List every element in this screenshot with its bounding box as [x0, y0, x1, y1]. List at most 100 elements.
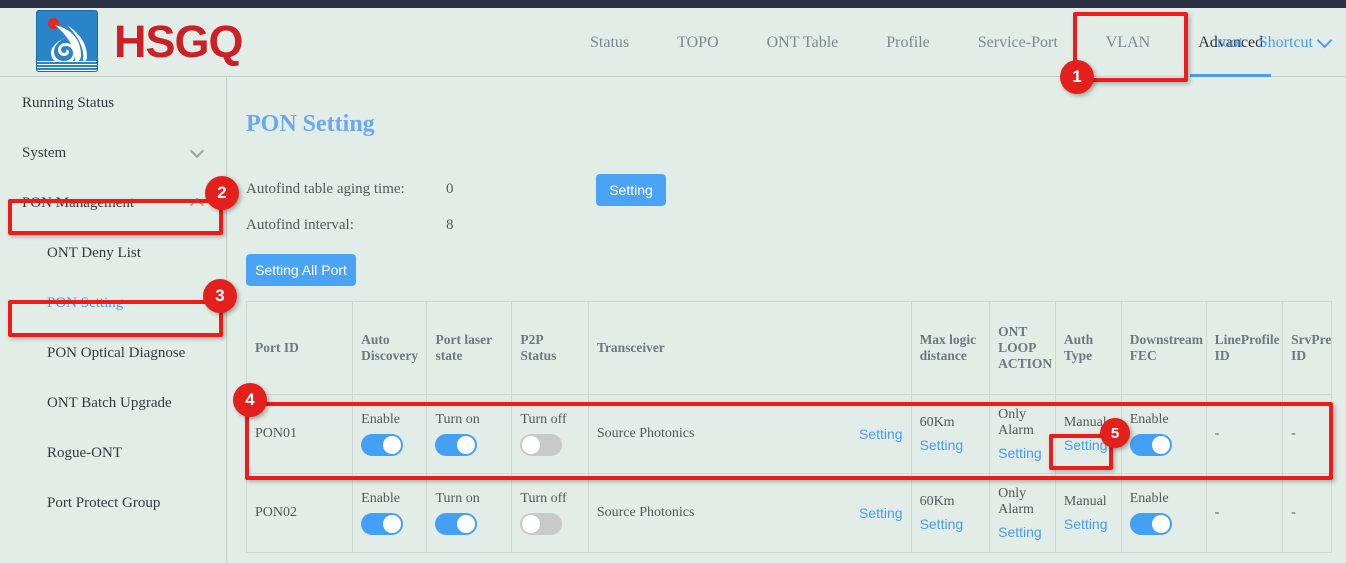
main-nav: Status TOPO ONT Table Profile Service-Po…	[566, 8, 1287, 77]
col-p2p-status: P2P Status	[512, 302, 588, 395]
sidebar: Running Status System PON Management ONT…	[0, 78, 227, 563]
cell-auto-discovery: Enable	[353, 395, 427, 474]
port-laser-state-toggle[interactable]	[435, 434, 477, 456]
setting-button[interactable]: Setting	[596, 174, 666, 206]
sidebar-item-pon-optical-diagnose[interactable]: PON Optical Diagnose	[0, 328, 226, 378]
header-right-group: root Shortcut	[1217, 8, 1330, 77]
col-line-profile-id: LineProfile ID	[1206, 302, 1282, 395]
ont-loop-action-setting-link[interactable]: Setting	[998, 524, 1042, 540]
p2p-status-label: Turn off	[520, 412, 566, 428]
table-row[interactable]: PON01 Enable Turn on	[247, 395, 1332, 474]
transceiver-setting-link[interactable]: Setting	[859, 505, 903, 521]
cell-p2p-status: Turn off	[512, 395, 588, 474]
cell-port-id: PON02	[247, 474, 353, 553]
annotation-badge-1: 1	[1060, 60, 1094, 94]
downstream-fec-label: Enable	[1130, 491, 1169, 507]
nav-item-status[interactable]: Status	[566, 8, 653, 77]
user-menu[interactable]: root	[1217, 34, 1243, 52]
col-port-id: Port ID	[247, 302, 353, 395]
cell-port-laser-state: Turn on	[427, 474, 512, 553]
sidebar-item-ont-deny-list[interactable]: ONT Deny List	[0, 228, 226, 278]
max-logic-distance-setting-link[interactable]: Setting	[920, 437, 964, 453]
sidebar-item-pon-management[interactable]: PON Management	[0, 178, 226, 228]
sidebar-item-rogue-ont[interactable]: Rogue-ONT	[0, 428, 226, 478]
max-logic-distance-value: 60Km	[920, 415, 955, 431]
auto-discovery-toggle[interactable]	[361, 434, 403, 456]
brand-logo[interactable]: HSGQ	[36, 10, 243, 72]
annotation-badge-5: 5	[1100, 418, 1130, 448]
auto-discovery-label: Enable	[361, 491, 400, 507]
cell-transceiver: Source Photonics Setting	[588, 474, 911, 553]
brand-name: HSGQ	[114, 19, 243, 64]
cell-downstream-fec: Enable	[1121, 395, 1206, 474]
pon-table-container: Port ID Auto Discovery Port laser state …	[246, 301, 1332, 563]
autofind-interval-value: 8	[446, 217, 454, 234]
page-title: PON Setting	[246, 111, 375, 138]
autofind-interval-row: Autofind interval: 8	[246, 217, 454, 234]
nav-item-topo[interactable]: TOPO	[653, 8, 743, 77]
annotation-badge-3: 3	[203, 279, 237, 313]
cell-line-profile-id: -	[1206, 395, 1282, 474]
col-transceiver: Transceiver	[588, 302, 911, 395]
col-auto-discovery: Auto Discovery	[353, 302, 427, 395]
downstream-fec-label: Enable	[1130, 412, 1169, 428]
annotation-badge-4: 4	[233, 383, 267, 417]
cell-auth-type: Manual Setting	[1055, 474, 1121, 553]
auto-discovery-toggle[interactable]	[361, 513, 403, 535]
p2p-status-toggle[interactable]	[520, 434, 562, 456]
col-ont-loop-action: ONT LOOP ACTION	[990, 302, 1056, 395]
sidebar-item-ont-batch-upgrade[interactable]: ONT Batch Upgrade	[0, 378, 226, 428]
port-laser-state-toggle[interactable]	[435, 513, 477, 535]
col-auth-type: Auth Type	[1055, 302, 1121, 395]
page-root: HSGQ Status TOPO ONT Table Profile Servi…	[0, 0, 1346, 563]
auth-type-setting-link[interactable]: Setting	[1064, 516, 1108, 532]
p2p-status-toggle[interactable]	[520, 513, 562, 535]
sidebar-item-running-status[interactable]: Running Status	[0, 78, 226, 128]
downstream-fec-toggle[interactable]	[1130, 434, 1172, 456]
cell-auto-discovery: Enable	[353, 474, 427, 553]
shortcut-menu[interactable]: Shortcut	[1259, 34, 1330, 52]
sidebar-item-label: PON Management	[22, 195, 134, 212]
col-max-logic-distance: Max logic distance	[911, 302, 990, 395]
sidebar-item-label: System	[22, 145, 66, 162]
top-accent-bar	[0, 0, 1346, 8]
transceiver-value: Source Photonics	[597, 505, 695, 521]
sidebar-item-pon-setting[interactable]: PON Setting	[0, 278, 226, 328]
cell-line-profile-id: -	[1206, 474, 1282, 553]
auth-type-value: Manual	[1064, 494, 1107, 510]
cell-ont-loop-action: Only Alarm Setting	[990, 474, 1056, 553]
cell-port-laser-state: Turn on	[427, 395, 512, 474]
cell-max-logic-distance: 60Km Setting	[911, 474, 990, 553]
pon-table: Port ID Auto Discovery Port laser state …	[246, 301, 1332, 553]
app-header: HSGQ Status TOPO ONT Table Profile Servi…	[0, 8, 1346, 77]
shortcut-label: Shortcut	[1259, 34, 1313, 52]
ont-loop-action-value: Only Alarm	[998, 407, 1047, 439]
ont-loop-action-value: Only Alarm	[998, 486, 1047, 518]
cell-downstream-fec: Enable	[1121, 474, 1206, 553]
transceiver-setting-link[interactable]: Setting	[859, 426, 903, 442]
nav-item-ont-table[interactable]: ONT Table	[743, 8, 863, 77]
chevron-down-icon	[190, 144, 204, 158]
col-downstream-fec: Downstream FEC	[1121, 302, 1206, 395]
nav-item-vlan[interactable]: VLAN	[1082, 8, 1174, 77]
port-laser-state-label: Turn on	[435, 491, 479, 507]
hsgq-logo-icon	[36, 10, 98, 72]
downstream-fec-toggle[interactable]	[1130, 513, 1172, 535]
p2p-status-label: Turn off	[520, 491, 566, 507]
chevron-down-icon	[1317, 32, 1333, 48]
logo-stripes	[37, 61, 97, 71]
cell-max-logic-distance: 60Km Setting	[911, 395, 990, 474]
cell-srv-pre-id: -	[1283, 474, 1332, 553]
sidebar-item-system[interactable]: System	[0, 128, 226, 178]
table-header-row: Port ID Auto Discovery Port laser state …	[247, 302, 1332, 395]
ont-loop-action-setting-link[interactable]: Setting	[998, 445, 1042, 461]
autofind-aging-time-label: Autofind table aging time:	[246, 181, 446, 198]
cell-transceiver: Source Photonics Setting	[588, 395, 911, 474]
sidebar-item-port-protect-group[interactable]: Port Protect Group	[0, 478, 226, 528]
setting-all-port-button[interactable]: Setting All Port	[246, 254, 356, 286]
max-logic-distance-value: 60Km	[920, 494, 955, 510]
nav-item-profile[interactable]: Profile	[862, 8, 954, 77]
table-row[interactable]: PON02 Enable Turn on	[247, 474, 1332, 553]
cell-p2p-status: Turn off	[512, 474, 588, 553]
max-logic-distance-setting-link[interactable]: Setting	[920, 516, 964, 532]
